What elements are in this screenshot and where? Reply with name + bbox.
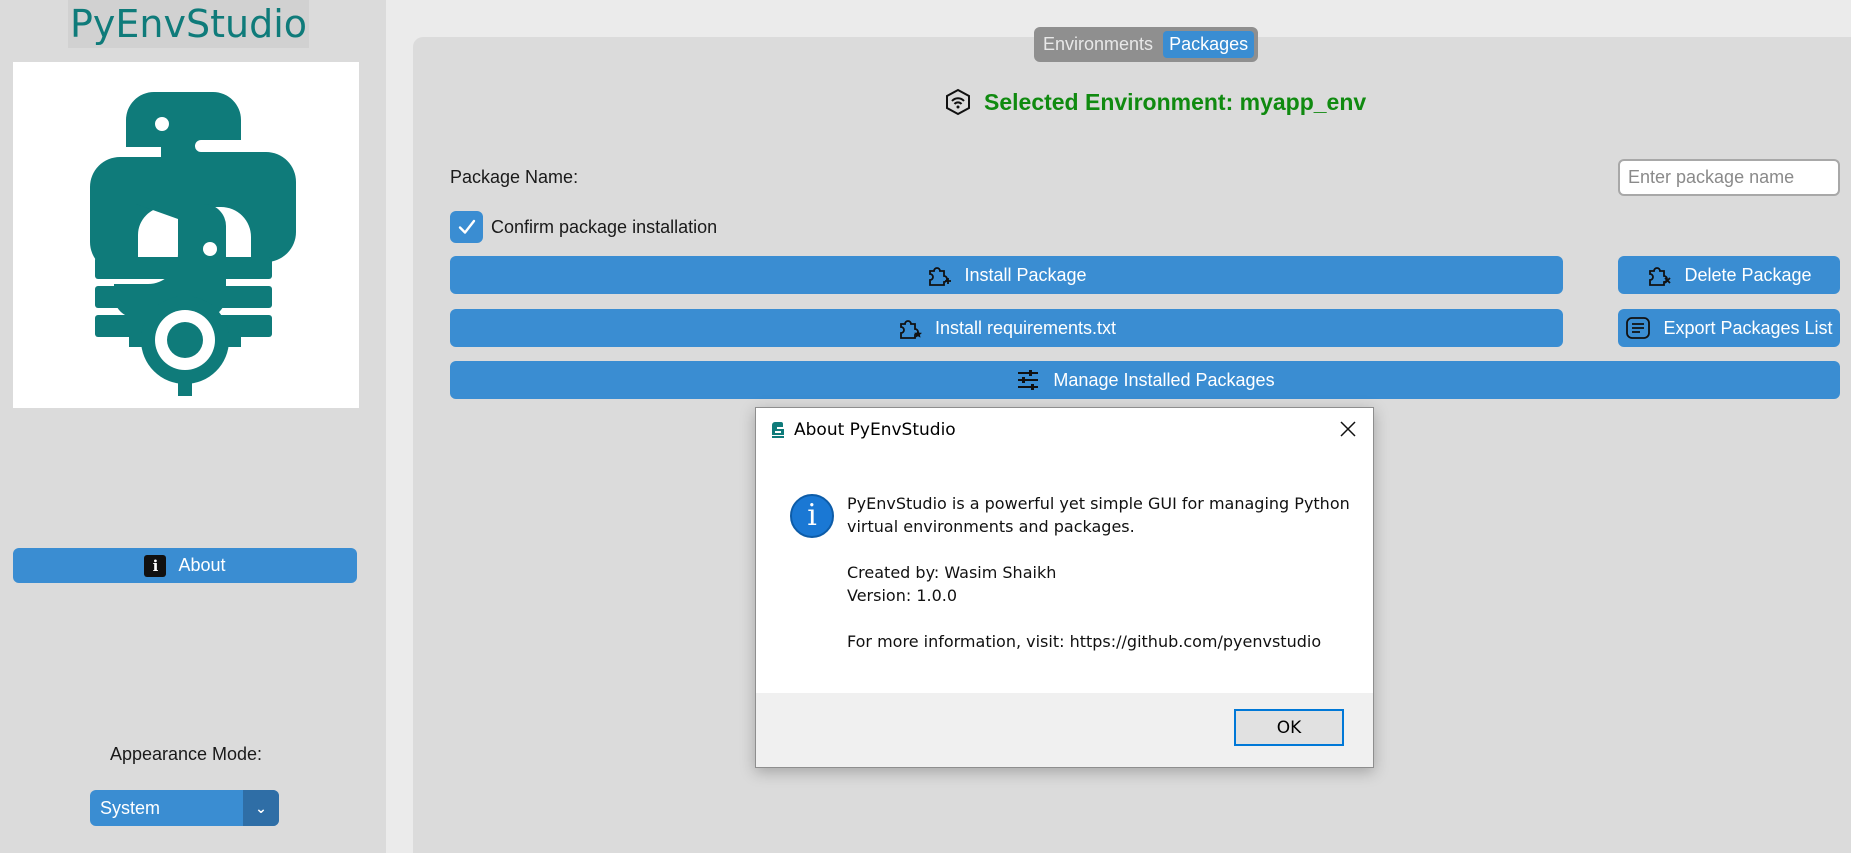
app-title: PyEnvStudio (68, 0, 310, 48)
close-icon[interactable] (1337, 418, 1359, 440)
puzzle-remove-icon (1649, 267, 1672, 286)
manage-packages-label: Manage Installed Packages (1053, 369, 1275, 390)
appearance-mode-label: Appearance Mode: (109, 744, 263, 764)
app-logo (13, 62, 359, 408)
manage-packages-button[interactable]: Manage Installed Packages (450, 361, 1840, 399)
export-packages-label: Export Packages List (1663, 317, 1833, 338)
install-package-label: Install Package (964, 264, 1087, 285)
dialog-more-info: For more information, visit: https://git… (847, 632, 1322, 651)
checkbox[interactable] (450, 211, 483, 243)
about-dialog: About PyEnvStudio i PyEnvStudio is a pow… (755, 407, 1374, 768)
dialog-description: PyEnvStudio is a powerful yet simple GUI… (847, 494, 1350, 536)
ok-button[interactable]: OK (1234, 709, 1344, 746)
sidebar: PyEnvStudio i About Appearance Mode: Sys… (0, 0, 386, 853)
about-button[interactable]: i About (13, 548, 357, 583)
install-package-button[interactable]: Install Package (450, 256, 1563, 294)
export-list-icon (1626, 317, 1651, 339)
dialog-footer: OK (756, 693, 1373, 767)
tab-packages[interactable]: Packages (1163, 31, 1255, 58)
delete-package-label: Delete Package (1684, 264, 1812, 285)
python-gear-logo-icon (90, 92, 296, 396)
package-name-input[interactable] (1618, 159, 1840, 196)
dialog-message: PyEnvStudio is a powerful yet simple GUI… (847, 492, 1350, 653)
chevron-down-icon[interactable]: ⌄ (243, 790, 279, 826)
puzzle-add-icon (929, 267, 952, 286)
tab-environments[interactable]: Environments (1037, 31, 1159, 58)
selected-environment-text: Selected Environment: myapp_env (984, 88, 1367, 115)
info-icon: i (144, 554, 167, 577)
tab-bar: Environments Packages (1034, 27, 1258, 62)
export-packages-button[interactable]: Export Packages List (1618, 309, 1840, 347)
puzzle-star-icon (900, 320, 922, 339)
appearance-mode-select[interactable]: System ⌄ (90, 790, 279, 826)
confirm-installation-checkbox[interactable]: Confirm package installation (450, 211, 717, 243)
about-button-label: About (178, 555, 226, 575)
info-icon: i (790, 494, 834, 538)
app-small-icon (772, 422, 784, 438)
delete-package-button[interactable]: Delete Package (1618, 256, 1840, 294)
appearance-mode-value: System (100, 798, 161, 818)
package-name-label: Package Name: (450, 167, 579, 187)
environment-icon (946, 88, 970, 116)
confirm-installation-label: Confirm package installation (491, 216, 718, 237)
checkmark-icon (458, 219, 475, 234)
sliders-icon (1018, 370, 1039, 390)
selected-environment-heading: Selected Environment: myapp_env (944, 88, 1366, 116)
dialog-titlebar: About PyEnvStudio (756, 408, 1373, 452)
dialog-credits: Created by: Wasim Shaikh Version: 1.0.0 (847, 563, 1057, 605)
install-requirements-label: Install requirements.txt (934, 317, 1117, 338)
install-requirements-button[interactable]: Install requirements.txt (450, 309, 1563, 347)
dialog-title: About PyEnvStudio (794, 420, 956, 440)
